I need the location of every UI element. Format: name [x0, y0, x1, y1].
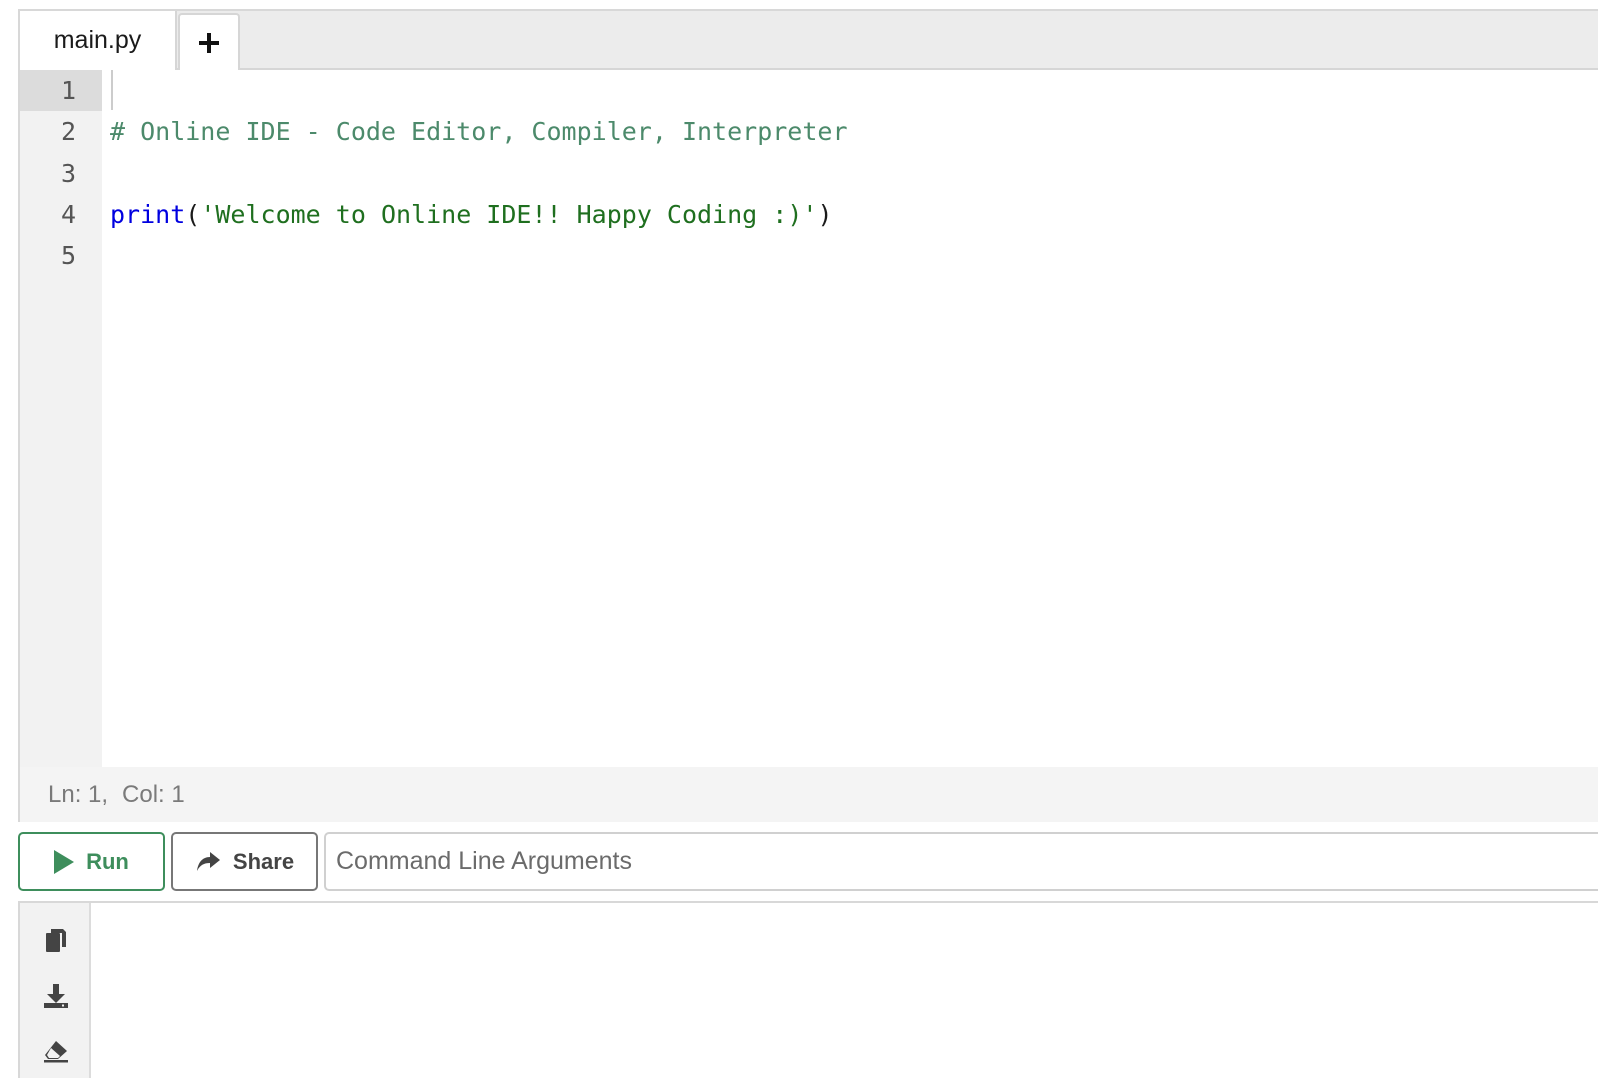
string-token: 'Welcome to Online IDE!! Happy Coding :)… [200, 199, 818, 229]
keyword-token: print [110, 199, 186, 229]
run-button[interactable]: Run [18, 832, 165, 891]
plus-icon [199, 32, 219, 53]
code-editor[interactable]: 1 2 3 4 5 # Online IDE - Code Editor, Co… [20, 70, 1598, 767]
code-line-1[interactable] [110, 70, 1598, 111]
code-line-5[interactable] [110, 235, 1598, 276]
paren-token: ) [817, 199, 833, 229]
code-line-4[interactable]: print('Welcome to Online IDE!! Happy Cod… [110, 194, 1598, 235]
line-number-gutter: 1 2 3 4 5 [20, 70, 102, 767]
line-number: 5 [60, 241, 76, 271]
code-line-3[interactable] [110, 153, 1598, 194]
clear-output-button[interactable] [38, 1033, 74, 1069]
run-controls: Run Share [18, 832, 1598, 892]
paren-token: ( [185, 199, 201, 229]
file-tab-bar: main.py [20, 11, 1598, 70]
code-text-area[interactable]: # Online IDE - Code Editor, Compiler, In… [110, 70, 1598, 767]
share-button[interactable]: Share [171, 832, 318, 891]
editor-status-bar: Ln: 1, Col: 1 [20, 767, 1598, 822]
download-icon [44, 984, 68, 1008]
copy-icon [46, 929, 66, 952]
add-file-button[interactable] [178, 13, 240, 70]
run-label: Run [86, 848, 129, 874]
editor-panel: main.py 1 2 3 4 5 # Online IDE - Code Ed… [18, 9, 1598, 822]
output-toolbar [20, 903, 91, 1078]
tab-main-py[interactable]: main.py [20, 11, 177, 70]
line-indicator: Ln: 1, [48, 780, 109, 808]
eraser-icon [44, 1041, 68, 1063]
line-number: 1 [20, 70, 102, 112]
download-output-button[interactable] [38, 978, 74, 1014]
text-cursor [111, 70, 113, 110]
code-line-2[interactable]: # Online IDE - Code Editor, Compiler, In… [110, 111, 1598, 152]
copy-output-button[interactable] [38, 923, 74, 959]
online-ide: main.py 1 2 3 4 5 # Online IDE - Code Ed… [18, 9, 1598, 1078]
share-icon [195, 851, 221, 873]
play-icon [54, 849, 75, 874]
output-panel [18, 901, 1598, 1078]
command-line-arguments-input[interactable] [324, 832, 1598, 891]
line-number: 3 [60, 158, 76, 188]
tab-label: main.py [53, 26, 142, 54]
output-console[interactable] [93, 903, 1598, 1078]
line-number: 2 [60, 117, 76, 147]
share-label: Share [232, 848, 295, 874]
column-indicator: Col: 1 [122, 780, 185, 808]
comment-token: # Online IDE - Code Editor, Compiler, In… [110, 117, 848, 147]
line-number: 4 [60, 199, 76, 229]
